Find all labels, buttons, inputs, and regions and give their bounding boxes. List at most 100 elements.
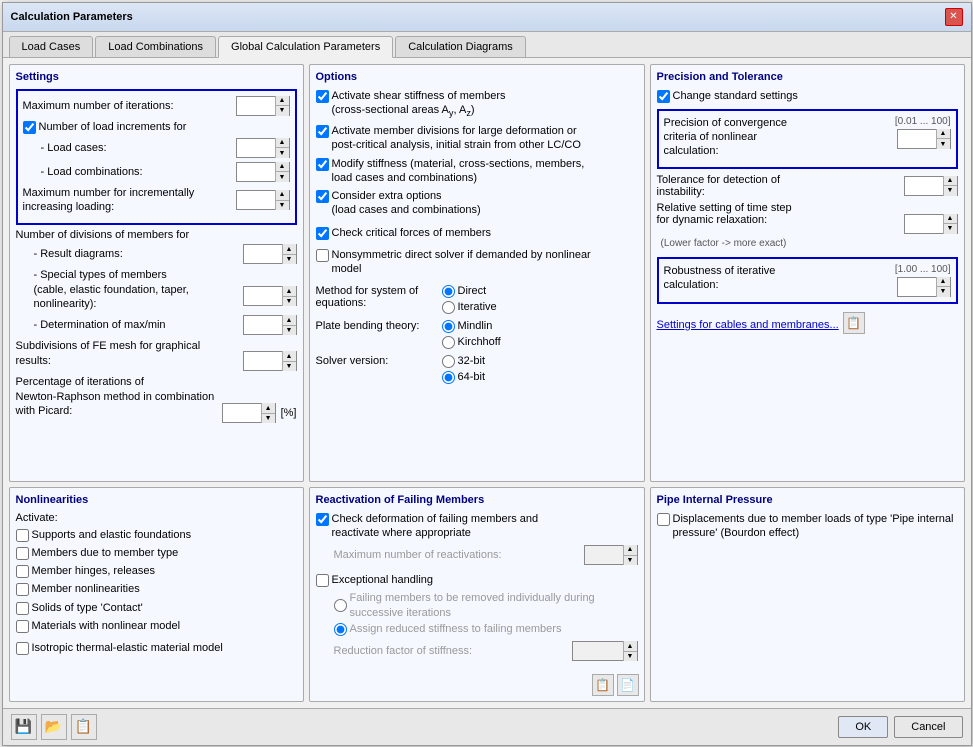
newton-up[interactable]: ▲	[261, 403, 275, 414]
load-cases-down[interactable]: ▼	[275, 148, 289, 158]
reduction-spinbox[interactable]: 1000 ▲ ▼	[572, 641, 638, 661]
tab-global-calc[interactable]: Global Calculation Parameters	[218, 36, 393, 58]
bending-kirchhoff-radio[interactable]	[442, 336, 455, 349]
convergence-input[interactable]: 1.00	[898, 130, 936, 148]
instability-up[interactable]: ▲	[943, 176, 957, 187]
reduction-down[interactable]: ▼	[623, 652, 637, 662]
special-types-down[interactable]: ▼	[282, 297, 296, 307]
newton-spinbox[interactable]: 5 ▲ ▼	[222, 403, 276, 423]
displacements-checkbox[interactable]	[657, 513, 670, 526]
max-incremental-down[interactable]: ▼	[275, 201, 289, 211]
solids-contact-checkbox[interactable]	[16, 602, 29, 615]
max-iterations-spinbox[interactable]: 100 ▲ ▼	[236, 96, 290, 116]
det-maxmin-up[interactable]: ▲	[282, 315, 296, 326]
tab-calc-diagrams[interactable]: Calculation Diagrams	[395, 36, 526, 57]
max-incremental-up[interactable]: ▲	[275, 190, 289, 201]
footer-icon-2[interactable]: 📂	[41, 714, 67, 740]
change-standard-checkbox[interactable]	[657, 90, 670, 103]
cancel-button[interactable]: Cancel	[894, 716, 962, 738]
robustness-up[interactable]: ▲	[936, 277, 950, 288]
max-reactivations-down[interactable]: ▼	[623, 556, 637, 566]
max-iterations-up[interactable]: ▲	[275, 96, 289, 107]
max-reactivations-spinbox[interactable]: 3 ▲ ▼	[584, 545, 638, 565]
footer-icon-1[interactable]: 💾	[11, 714, 37, 740]
fe-mesh-down[interactable]: ▼	[282, 362, 296, 372]
member-nonlinearities-checkbox[interactable]	[16, 583, 29, 596]
modify-stiffness-checkbox[interactable]	[316, 158, 329, 171]
member-type-checkbox[interactable]	[16, 547, 29, 560]
reactivation-icon-1[interactable]: 📋	[592, 674, 614, 696]
instability-down[interactable]: ▼	[943, 186, 957, 196]
tab-load-cases[interactable]: Load Cases	[9, 36, 94, 57]
bending-mindlin-radio[interactable]	[442, 320, 455, 333]
load-combos-down[interactable]: ▼	[275, 172, 289, 182]
fe-mesh-input[interactable]: 3	[244, 352, 282, 370]
robustness-down[interactable]: ▼	[936, 287, 950, 297]
special-types-input[interactable]: 10	[244, 287, 282, 305]
reduction-input[interactable]: 1000	[573, 642, 623, 660]
result-diagrams-spinbox[interactable]: 10 ▲ ▼	[243, 244, 297, 264]
load-combos-input[interactable]: 1	[237, 163, 275, 181]
ok-button[interactable]: OK	[838, 716, 888, 738]
load-cases-up[interactable]: ▲	[275, 138, 289, 149]
load-cases-input[interactable]: 1	[237, 139, 275, 157]
fe-mesh-up[interactable]: ▲	[282, 351, 296, 362]
precision-icon-btn[interactable]: 📋	[843, 312, 865, 334]
convergence-down[interactable]: ▼	[936, 139, 950, 149]
load-combos-up[interactable]: ▲	[275, 162, 289, 173]
max-iterations-input[interactable]: 100	[237, 97, 275, 115]
result-diagrams-up[interactable]: ▲	[282, 244, 296, 255]
result-diagrams-down[interactable]: ▼	[282, 255, 296, 265]
hinges-releases-checkbox[interactable]	[16, 565, 29, 578]
shear-stiffness-checkbox[interactable]	[316, 90, 329, 103]
result-diagrams-input[interactable]: 10	[244, 245, 282, 263]
assign-stiffness-radio[interactable]	[334, 623, 347, 636]
robustness-input[interactable]: 1.00	[898, 278, 936, 296]
cables-link[interactable]: Settings for cables and membranes...	[657, 319, 839, 331]
det-maxmin-spinbox[interactable]: 10 ▲ ▼	[243, 315, 297, 335]
supports-elastic-checkbox[interactable]	[16, 529, 29, 542]
load-increments-checkbox[interactable]	[23, 121, 36, 134]
method-iterative-radio[interactable]	[442, 301, 455, 314]
tab-load-combinations[interactable]: Load Combinations	[95, 36, 216, 57]
det-maxmin-input[interactable]: 10	[244, 316, 282, 334]
solver-64-radio[interactable]	[442, 371, 455, 384]
max-iterations-down[interactable]: ▼	[275, 106, 289, 116]
convergence-up[interactable]: ▲	[936, 129, 950, 140]
close-button[interactable]: ✕	[945, 8, 963, 26]
max-reactivations-up[interactable]: ▲	[623, 545, 637, 556]
time-step-input[interactable]: 1.00	[905, 215, 943, 233]
max-incremental-spinbox[interactable]: 1000 ▲ ▼	[236, 190, 290, 210]
instability-spinbox[interactable]: 1.00 ▲ ▼	[904, 176, 958, 196]
robustness-spinbox[interactable]: 1.00 ▲ ▼	[897, 277, 951, 297]
isotropic-checkbox[interactable]	[16, 642, 29, 655]
nonsymmetric-checkbox[interactable]	[316, 249, 329, 262]
footer-icon-3[interactable]: 📋	[71, 714, 97, 740]
det-maxmin-down[interactable]: ▼	[282, 326, 296, 336]
check-deformation-checkbox[interactable]	[316, 513, 329, 526]
method-direct-radio[interactable]	[442, 285, 455, 298]
extra-options-checkbox[interactable]	[316, 190, 329, 203]
time-step-up[interactable]: ▲	[943, 214, 957, 225]
convergence-spinbox[interactable]: 1.00 ▲ ▼	[897, 129, 951, 149]
failing-remove-radio[interactable]	[334, 599, 347, 612]
max-reactivations-input[interactable]: 3	[585, 546, 623, 564]
reduction-up[interactable]: ▲	[623, 641, 637, 652]
fe-mesh-spinbox[interactable]: 3 ▲ ▼	[243, 351, 297, 371]
time-step-spinbox[interactable]: 1.00 ▲ ▼	[904, 214, 958, 234]
special-types-spinbox[interactable]: 10 ▲ ▼	[243, 286, 297, 306]
solver-32-radio[interactable]	[442, 355, 455, 368]
max-incremental-input[interactable]: 1000	[237, 191, 275, 209]
load-cases-spinbox[interactable]: 1 ▲ ▼	[236, 138, 290, 158]
materials-nonlinear-checkbox[interactable]	[16, 620, 29, 633]
newton-down[interactable]: ▼	[261, 414, 275, 424]
instability-input[interactable]: 1.00	[905, 177, 943, 195]
time-step-down[interactable]: ▼	[943, 224, 957, 234]
reactivation-icon-2[interactable]: 📄	[617, 674, 639, 696]
exceptional-checkbox[interactable]	[316, 574, 329, 587]
check-critical-checkbox[interactable]	[316, 227, 329, 240]
newton-input[interactable]: 5	[223, 404, 261, 422]
load-combos-spinbox[interactable]: 1 ▲ ▼	[236, 162, 290, 182]
special-types-up[interactable]: ▲	[282, 286, 296, 297]
member-divisions-checkbox[interactable]	[316, 125, 329, 138]
